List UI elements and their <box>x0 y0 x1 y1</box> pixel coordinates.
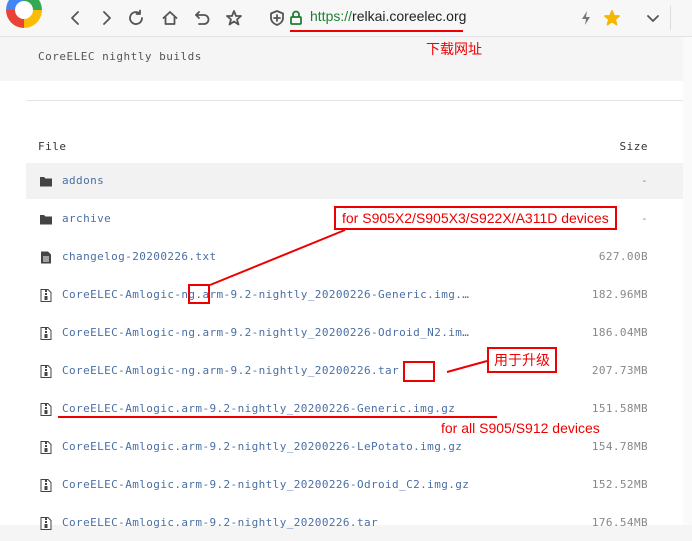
file-size: 152.52MB <box>591 478 648 491</box>
lock-icon <box>284 6 308 30</box>
browser-toolbar: https://relkai.coreelec.org <box>0 0 692 37</box>
file-row[interactable]: CoreELEC-Amlogic.arm-9.2-nightly_2020022… <box>26 505 692 541</box>
scrollbar[interactable] <box>683 37 692 525</box>
undo-icon[interactable] <box>190 6 214 30</box>
address-bar[interactable]: https://relkai.coreelec.org <box>310 8 466 24</box>
file-size: - <box>640 212 648 225</box>
divider <box>26 100 692 101</box>
file-name-link[interactable]: CoreELEC-Amlogic-ng.arm-9.2-nightly_2020… <box>62 326 469 339</box>
file-name-link[interactable]: CoreELEC-Amlogic-ng.arm-9.2-nightly_2020… <box>62 364 399 377</box>
url-protocol: https:// <box>310 8 353 24</box>
folder-icon <box>40 175 52 188</box>
file-row[interactable]: changelog-20200226.txt 627.00B <box>26 239 692 275</box>
file-size: 186.04MB <box>591 326 648 339</box>
annotation-upgrade: 用于升级 <box>487 347 557 373</box>
file-size: - <box>640 174 648 187</box>
toolbar-separator <box>670 6 671 30</box>
annotation-all-devices: for all S905/S912 devices <box>441 420 600 436</box>
file-name-link[interactable]: CoreELEC-Amlogic-ng.arm-9.2-nightly_2020… <box>62 288 469 301</box>
file-name-link[interactable]: CoreELEC-Amlogic.arm-9.2-nightly_2020022… <box>62 516 378 529</box>
home-icon[interactable] <box>158 6 182 30</box>
file-size: 176.54MB <box>591 516 648 529</box>
file-name-link[interactable]: CoreELEC-Amlogic.arm-9.2-nightly_2020022… <box>62 440 462 453</box>
file-row[interactable]: addons - <box>26 163 692 199</box>
annotation-download-url: 下载网址 <box>426 41 482 57</box>
page-title: CoreELEC nightly builds <box>38 50 202 63</box>
forward-icon[interactable] <box>94 6 118 30</box>
file-row[interactable]: CoreELEC-Amlogic-ng.arm-9.2-nightly_2020… <box>26 353 692 389</box>
url-host: relkai.coreelec.org <box>352 8 467 24</box>
file-size: 182.96MB <box>591 288 648 301</box>
archive-file-icon <box>40 403 52 416</box>
lightning-icon[interactable] <box>574 6 598 30</box>
archive-file-icon <box>40 479 52 492</box>
file-row[interactable]: CoreELEC-Amlogic.arm-9.2-nightly_2020022… <box>26 467 692 503</box>
file-name-link[interactable]: CoreELEC-Amlogic.arm-9.2-nightly_2020022… <box>62 402 455 415</box>
archive-file-icon <box>40 441 52 454</box>
file-row[interactable]: CoreELEC-Amlogic-ng.arm-9.2-nightly_2020… <box>26 277 692 313</box>
file-size: 207.73MB <box>591 364 648 377</box>
file-size: 151.58MB <box>591 402 648 415</box>
browser-logo-icon <box>6 0 42 28</box>
file-name-link[interactable]: CoreELEC-Amlogic.arm-9.2-nightly_2020022… <box>62 478 469 491</box>
chevron-down-icon[interactable] <box>641 6 665 30</box>
file-name-link[interactable]: addons <box>62 174 104 187</box>
archive-file-icon <box>40 289 52 302</box>
bookmark-star-icon[interactable] <box>222 6 246 30</box>
back-icon[interactable] <box>64 6 88 30</box>
file-size: 154.78MB <box>591 440 648 453</box>
file-name-link[interactable]: changelog-20200226.txt <box>62 250 217 263</box>
favorite-star-icon[interactable] <box>600 6 624 30</box>
file-row[interactable]: CoreELEC-Amlogic-ng.arm-9.2-nightly_2020… <box>26 315 692 351</box>
text-file-icon <box>40 251 52 264</box>
reload-icon[interactable] <box>124 6 148 30</box>
archive-file-icon <box>40 365 52 378</box>
column-header-file[interactable]: File <box>38 140 67 153</box>
annotation-ng-devices: for S905X2/S905X3/S922X/A311D devices <box>334 206 617 230</box>
file-size: 627.00B <box>598 250 648 263</box>
annotation-tar-box <box>403 361 435 382</box>
folder-icon <box>40 213 52 226</box>
archive-file-icon <box>40 327 52 340</box>
annotation-ng-box <box>188 284 210 304</box>
column-header-size[interactable]: Size <box>620 140 649 153</box>
archive-file-icon <box>40 517 52 530</box>
file-name-link[interactable]: archive <box>62 212 111 225</box>
